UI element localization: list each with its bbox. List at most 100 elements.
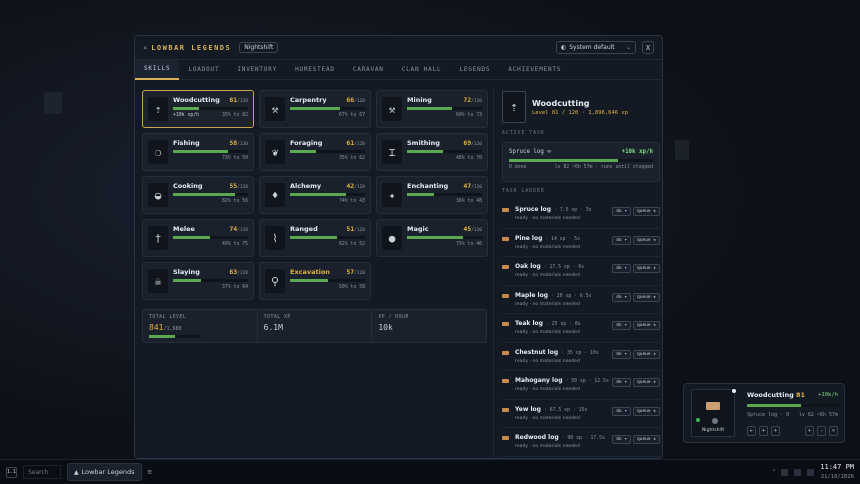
active-task-progress	[509, 159, 653, 162]
ladder-item-detail: · 14 xp · 5s	[545, 236, 581, 242]
skill-progress	[290, 150, 365, 153]
widget-control-button[interactable]: -	[817, 426, 826, 436]
skill-progress	[290, 107, 365, 110]
tab-clan-hall[interactable]: CLAN HALL	[393, 60, 451, 80]
do-button[interactable]: do ▾	[612, 321, 632, 330]
queue-button[interactable]: queue ★	[633, 264, 660, 273]
ladder-row: Mahogany log · 50 xp · 12.5s ready · no m…	[502, 371, 660, 400]
widget-control-button[interactable]: ⇤	[747, 426, 756, 436]
tab-achievements[interactable]: ACHIEVEMENTS	[499, 60, 570, 80]
start-button[interactable]: 1.1	[6, 466, 17, 478]
close-button[interactable]: X	[642, 41, 654, 54]
widget-progress	[747, 404, 840, 407]
queue-button[interactable]: queue ★	[633, 321, 660, 330]
volume-icon[interactable]	[794, 468, 802, 476]
do-button[interactable]: do ▾	[612, 292, 632, 302]
skill-level-max: /120	[237, 228, 248, 233]
ladder-item-name: Oak log	[515, 263, 541, 270]
widget-skill: Woodcutting	[747, 391, 794, 399]
desktop-icon[interactable]	[44, 92, 62, 114]
skill-card-excavation[interactable]: ⚲ Excavation 57/120 50% to 58	[259, 262, 371, 300]
queue-button[interactable]: queue ★	[633, 235, 660, 245]
skill-level-value: 58	[229, 139, 238, 147]
menu-icon[interactable]: ≡	[148, 468, 152, 476]
queue-button[interactable]: queue ★	[633, 378, 660, 387]
magic-icon: ●	[382, 226, 402, 250]
skill-card-foraging[interactable]: ❦ Foraging 61/120 35% to 62	[259, 133, 371, 171]
skill-meta: 74% to 43	[290, 199, 365, 204]
skill-card-melee[interactable]: † Melee 74/120 49% to 75	[142, 219, 254, 257]
ladder-item-status: ready · no materials needed	[515, 244, 580, 250]
queue-button[interactable]: queue ★	[633, 292, 660, 302]
queue-button[interactable]: queue ★	[633, 435, 660, 444]
tab-inventory[interactable]: INVENTORY	[228, 60, 286, 80]
skill-card-magic[interactable]: ● Magic 45/120 75% to 46	[376, 219, 488, 257]
ladder-item-detail: · 25 xp · 8s	[545, 322, 581, 327]
total-level-fill	[149, 335, 175, 338]
total-xp-value: 6.1M	[263, 323, 283, 332]
clock[interactable]: 11:47 PM 21/10/2026	[820, 462, 854, 482]
widget-control-button[interactable]: +	[771, 426, 780, 436]
title-bar: × LOWBAR LEGENDS Nightshift ◐ System def…	[135, 36, 662, 60]
tab-legends[interactable]: LEGENDS	[450, 60, 499, 80]
tab-loadout[interactable]: LOADOUT	[179, 60, 228, 80]
skill-progress	[407, 107, 482, 110]
battery-icon[interactable]	[807, 468, 815, 476]
taskbar-app[interactable]: ▲ Lowbar Legends	[67, 463, 142, 481]
profile-badge[interactable]: Nightshift	[239, 42, 279, 53]
tab-caravan[interactable]: CARAVAN	[344, 60, 393, 80]
queue-button[interactable]: queue ★	[633, 207, 660, 216]
skill-card-cooking[interactable]: ◒ Cooking 55/120 82% to 56	[142, 176, 254, 214]
widget-control-button[interactable]: +	[805, 426, 814, 436]
theme-select[interactable]: ◐ System default ⌄	[556, 41, 636, 54]
status-dot-icon	[696, 418, 700, 422]
do-button[interactable]: do ▾	[612, 349, 632, 359]
taskbar-search[interactable]: Search	[23, 465, 61, 479]
skill-card-carpentry[interactable]: ⚒ Carpentry 66/120 67% to 67	[259, 90, 371, 128]
mini-widget[interactable]: Nightshift Woodcutting 81 +10k/h Spruce …	[683, 383, 845, 443]
app-title: LOWBAR LEGENDS	[151, 43, 232, 52]
widget-control-button[interactable]: +	[759, 426, 768, 436]
melee-icon: †	[148, 226, 168, 250]
do-button[interactable]: do ▾	[612, 207, 632, 216]
skill-meta: 35% to 62	[290, 156, 365, 161]
mining-icon: ⚒	[382, 97, 402, 121]
skill-progress-fill	[173, 236, 210, 239]
skill-detail-panel: ⇡ Woodcutting Level 81 / 120 · 1,896,646…	[493, 90, 660, 458]
skill-level: 45/120	[463, 225, 482, 233]
do-button[interactable]: do ▾	[612, 435, 632, 444]
skill-progress-fill	[290, 107, 341, 110]
skill-progress-fill	[407, 193, 434, 196]
ladder-item-status: ready · no materials needed	[515, 358, 580, 364]
skill-card-mining[interactable]: ⚒ Mining 72/120 60% to 73	[376, 90, 488, 128]
desktop-icon[interactable]	[675, 140, 689, 160]
skill-card-alchemy[interactable]: ♦ Alchemy 42/120 74% to 43	[259, 176, 371, 214]
skill-card-enchanting[interactable]: ✦ Enchanting 47/120 36% to 48	[376, 176, 488, 214]
tray-chevron-icon[interactable]: ⌃	[772, 469, 775, 475]
tab-skills[interactable]: SKILLS	[135, 59, 180, 80]
tab-homestead[interactable]: HOMESTEAD	[286, 60, 344, 80]
widget-control-button[interactable]: ×	[829, 426, 838, 436]
skill-card-smithing[interactable]: ⌶ Smithing 69/120 48% to 70	[376, 133, 488, 171]
skill-card-slaying[interactable]: ☠ Slaying 63/120 37% to 64	[142, 262, 254, 300]
skill-progress-fill	[290, 193, 346, 196]
network-icon[interactable]	[781, 468, 789, 476]
ladder-row: Maple log · 20 xp · 6.5s ready · no mater…	[502, 286, 660, 314]
widget-level: 81	[796, 391, 806, 399]
queue-button[interactable]: queue ★	[633, 349, 660, 359]
do-button[interactable]: do ▾	[612, 235, 632, 245]
do-button[interactable]: do ▾	[612, 378, 632, 387]
selected-skill-sub: Level 81 / 120 · 1,896,646 xp	[532, 109, 629, 116]
skill-card-fishing[interactable]: ❍ Fishing 58/120 73% to 59	[142, 133, 254, 171]
skill-rate: +10k xp/h	[173, 112, 199, 118]
do-button[interactable]: do ▾	[612, 264, 632, 273]
skill-progress	[407, 150, 482, 153]
do-button[interactable]: do ▾	[612, 406, 632, 416]
queue-button[interactable]: queue ★	[633, 406, 660, 416]
app-close-icon[interactable]: ×	[143, 44, 147, 52]
skill-card-woodcutting[interactable]: ⇡ Woodcutting 81/120 +10k xp/h 35% to 82	[142, 90, 254, 128]
skill-progress	[173, 107, 248, 110]
skill-level-max: /120	[354, 271, 365, 276]
skill-card-ranged[interactable]: ⌇ Ranged 51/120 62% to 52	[259, 219, 371, 257]
skill-meta: 73% to 59	[173, 156, 248, 161]
